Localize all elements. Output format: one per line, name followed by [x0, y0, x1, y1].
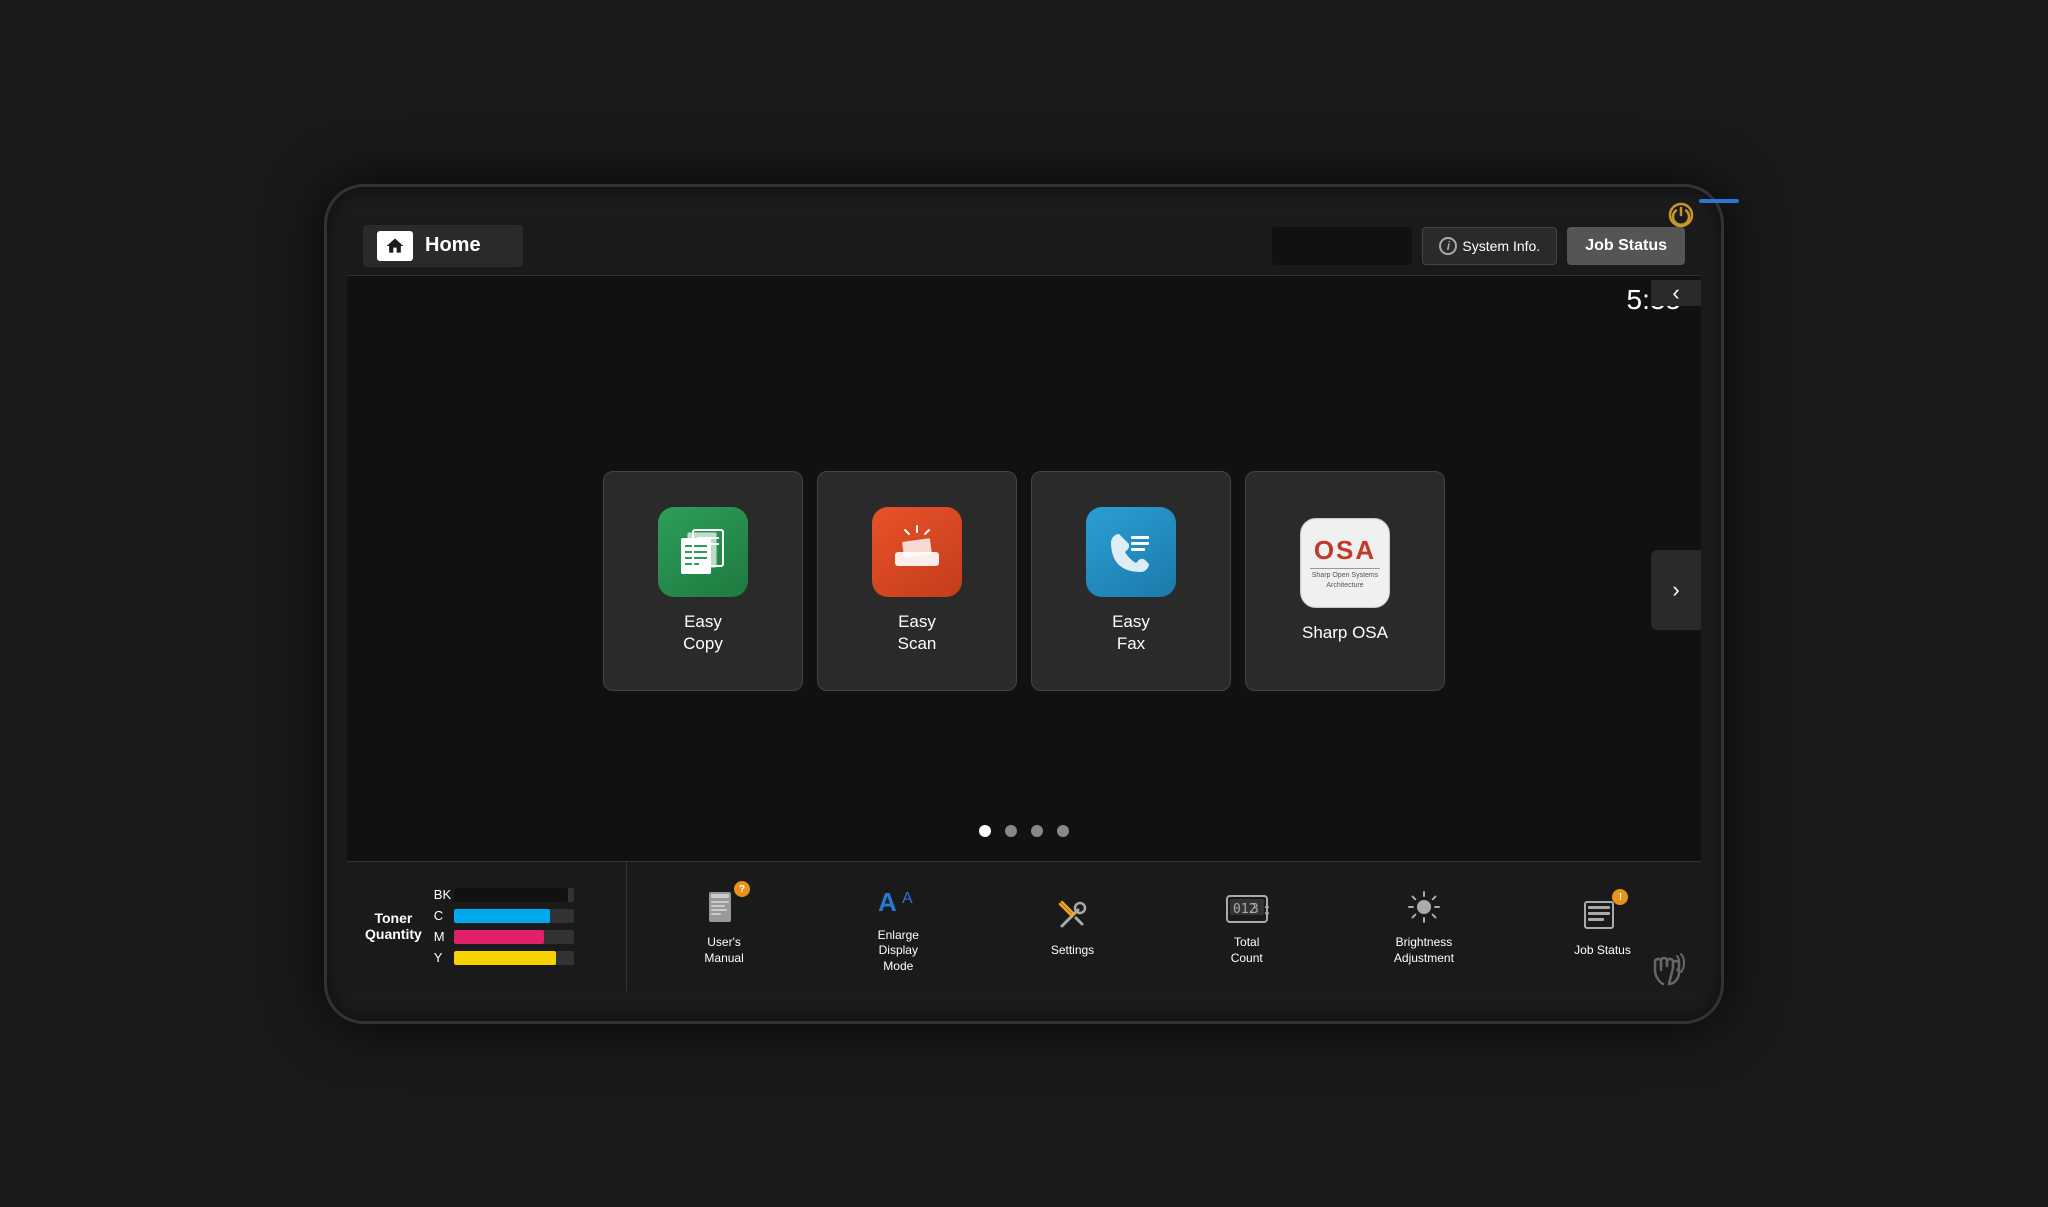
- nav-dot-3[interactable]: [1031, 825, 1043, 837]
- toner-row-m: M: [434, 929, 574, 944]
- easy-fax-tile[interactable]: Easy Fax: [1031, 471, 1231, 691]
- nav-left-arrow[interactable]: ‹: [1651, 280, 1701, 306]
- settings-icon: [1051, 893, 1095, 937]
- settings-label: Settings: [1051, 943, 1094, 959]
- toner-bar-y-fill: [454, 951, 556, 965]
- toner-row-y: Y: [434, 950, 574, 965]
- settings-svg: [1054, 896, 1092, 934]
- easy-fax-label: Easy Fax: [1112, 611, 1150, 655]
- toner-label-c: C: [434, 908, 448, 923]
- osa-subtitle: Sharp Open Systems Architecture: [1306, 571, 1384, 591]
- toner-bar-m-fill: [454, 930, 544, 944]
- toolbar-items: ? User's Manual A A: [627, 862, 1701, 991]
- app-grid: Easy Copy: [367, 346, 1681, 817]
- toner-label-block: Toner Quantity: [365, 910, 422, 942]
- manual-badge: ?: [734, 881, 750, 897]
- svg-text:3: 3: [1251, 902, 1259, 917]
- toner-bar-bk-fill: [454, 888, 568, 902]
- job-status-bottom-label: Job Status: [1574, 943, 1631, 959]
- info-icon: i: [1439, 237, 1457, 255]
- total-count-icon: 012 3 ▲ ▼: [1225, 885, 1269, 929]
- toner-bar-c-bg: [454, 909, 574, 923]
- page-next-button[interactable]: ›: [1651, 550, 1701, 630]
- toner-label-line2: Quantity: [365, 926, 422, 942]
- bottom-toolbar: Toner Quantity BK C: [347, 861, 1701, 991]
- toner-row-bk: BK: [434, 887, 574, 902]
- toner-label-line1: Toner: [374, 910, 412, 926]
- toner-bar-y-bg: [454, 951, 574, 965]
- power-icon[interactable]: [1667, 201, 1695, 234]
- brightness-label: Brightness Adjustment: [1394, 935, 1454, 966]
- home-icon: [377, 231, 413, 261]
- toner-row-c: C: [434, 908, 574, 923]
- sharp-osa-icon: OSA Sharp Open Systems Architecture: [1300, 518, 1390, 608]
- toner-label-bk: BK: [434, 887, 448, 902]
- enlarge-display-icon: A A: [876, 878, 920, 922]
- nav-dot-4[interactable]: [1057, 825, 1069, 837]
- nav-area: 5:35 ‹: [347, 276, 1701, 336]
- job-status-bottom-icon: !: [1580, 893, 1624, 937]
- easy-scan-icon: [872, 507, 962, 597]
- brightness-button[interactable]: Brightness Adjustment: [1386, 879, 1462, 972]
- toner-bar-m-bg: [454, 930, 574, 944]
- toner-label-y: Y: [434, 950, 448, 965]
- easy-scan-tile[interactable]: Easy Scan: [817, 471, 1017, 691]
- device-body: Home i System Info. Job Status 5:35 ‹: [324, 184, 1724, 1024]
- enlarge-display-label: Enlarge Display Mode: [878, 928, 919, 975]
- toner-bars: BK C M: [434, 887, 574, 965]
- job-status-badge: !: [1612, 889, 1628, 905]
- users-manual-button[interactable]: ? User's Manual: [689, 879, 759, 972]
- main-content: Easy Copy: [347, 336, 1701, 861]
- nav-dot-1[interactable]: [979, 825, 991, 837]
- home-button[interactable]: Home: [363, 225, 523, 267]
- fax-svg: [1101, 522, 1161, 582]
- svg-text:A: A: [902, 890, 913, 907]
- total-count-button[interactable]: 012 3 ▲ ▼ Total Count: [1212, 879, 1282, 972]
- toner-label-m: M: [434, 929, 448, 944]
- easy-copy-icon: [658, 507, 748, 597]
- brightness-icon: [1402, 885, 1446, 929]
- easy-copy-tile[interactable]: Easy Copy: [603, 471, 803, 691]
- sharp-osa-tile[interactable]: OSA Sharp Open Systems Architecture Shar…: [1245, 471, 1445, 691]
- easy-fax-icon: [1086, 507, 1176, 597]
- svg-text:▲: ▲: [1263, 901, 1269, 910]
- top-bar: Home i System Info. Job Status: [347, 217, 1701, 276]
- counter-svg: 012 3 ▲ ▼: [1225, 888, 1269, 926]
- job-status-top-label: Job Status: [1585, 237, 1667, 254]
- copy-svg: [673, 522, 733, 582]
- svg-text:▼: ▼: [1263, 910, 1269, 919]
- toner-section: Toner Quantity BK C: [347, 862, 627, 991]
- enlarge-display-button[interactable]: A A Enlarge Display Mode: [863, 872, 933, 981]
- osa-divider: [1310, 568, 1380, 569]
- easy-copy-label: Easy Copy: [683, 611, 723, 655]
- job-status-bottom-button[interactable]: ! Job Status: [1566, 887, 1639, 965]
- nav-dot-2[interactable]: [1005, 825, 1017, 837]
- home-label: Home: [425, 234, 481, 257]
- pagination-dots: [979, 825, 1069, 837]
- osa-logo: OSA Sharp Open Systems Architecture: [1302, 520, 1388, 606]
- sharp-osa-label: Sharp OSA: [1302, 622, 1388, 644]
- settings-button[interactable]: Settings: [1038, 887, 1108, 965]
- total-count-label: Total Count: [1231, 935, 1263, 966]
- nfc-icon: [1645, 946, 1691, 997]
- status-indicator: [1699, 199, 1739, 203]
- house-icon: [385, 236, 405, 256]
- osa-title: OSA: [1314, 535, 1376, 566]
- system-info-button[interactable]: i System Info.: [1422, 227, 1557, 265]
- brightness-svg: [1403, 888, 1445, 926]
- enlarge-svg: A A: [876, 881, 920, 919]
- users-manual-icon: ?: [702, 885, 746, 929]
- device-screen: Home i System Info. Job Status 5:35 ‹: [347, 217, 1701, 991]
- toner-bar-c-fill: [454, 909, 550, 923]
- users-manual-label: User's Manual: [704, 935, 743, 966]
- scan-svg: [887, 522, 947, 582]
- system-info-label: System Info.: [1462, 238, 1540, 254]
- toner-bar-bk-bg: [454, 888, 574, 902]
- status-area: [1272, 227, 1412, 265]
- easy-scan-label: Easy Scan: [898, 611, 937, 655]
- svg-text:A: A: [878, 887, 897, 917]
